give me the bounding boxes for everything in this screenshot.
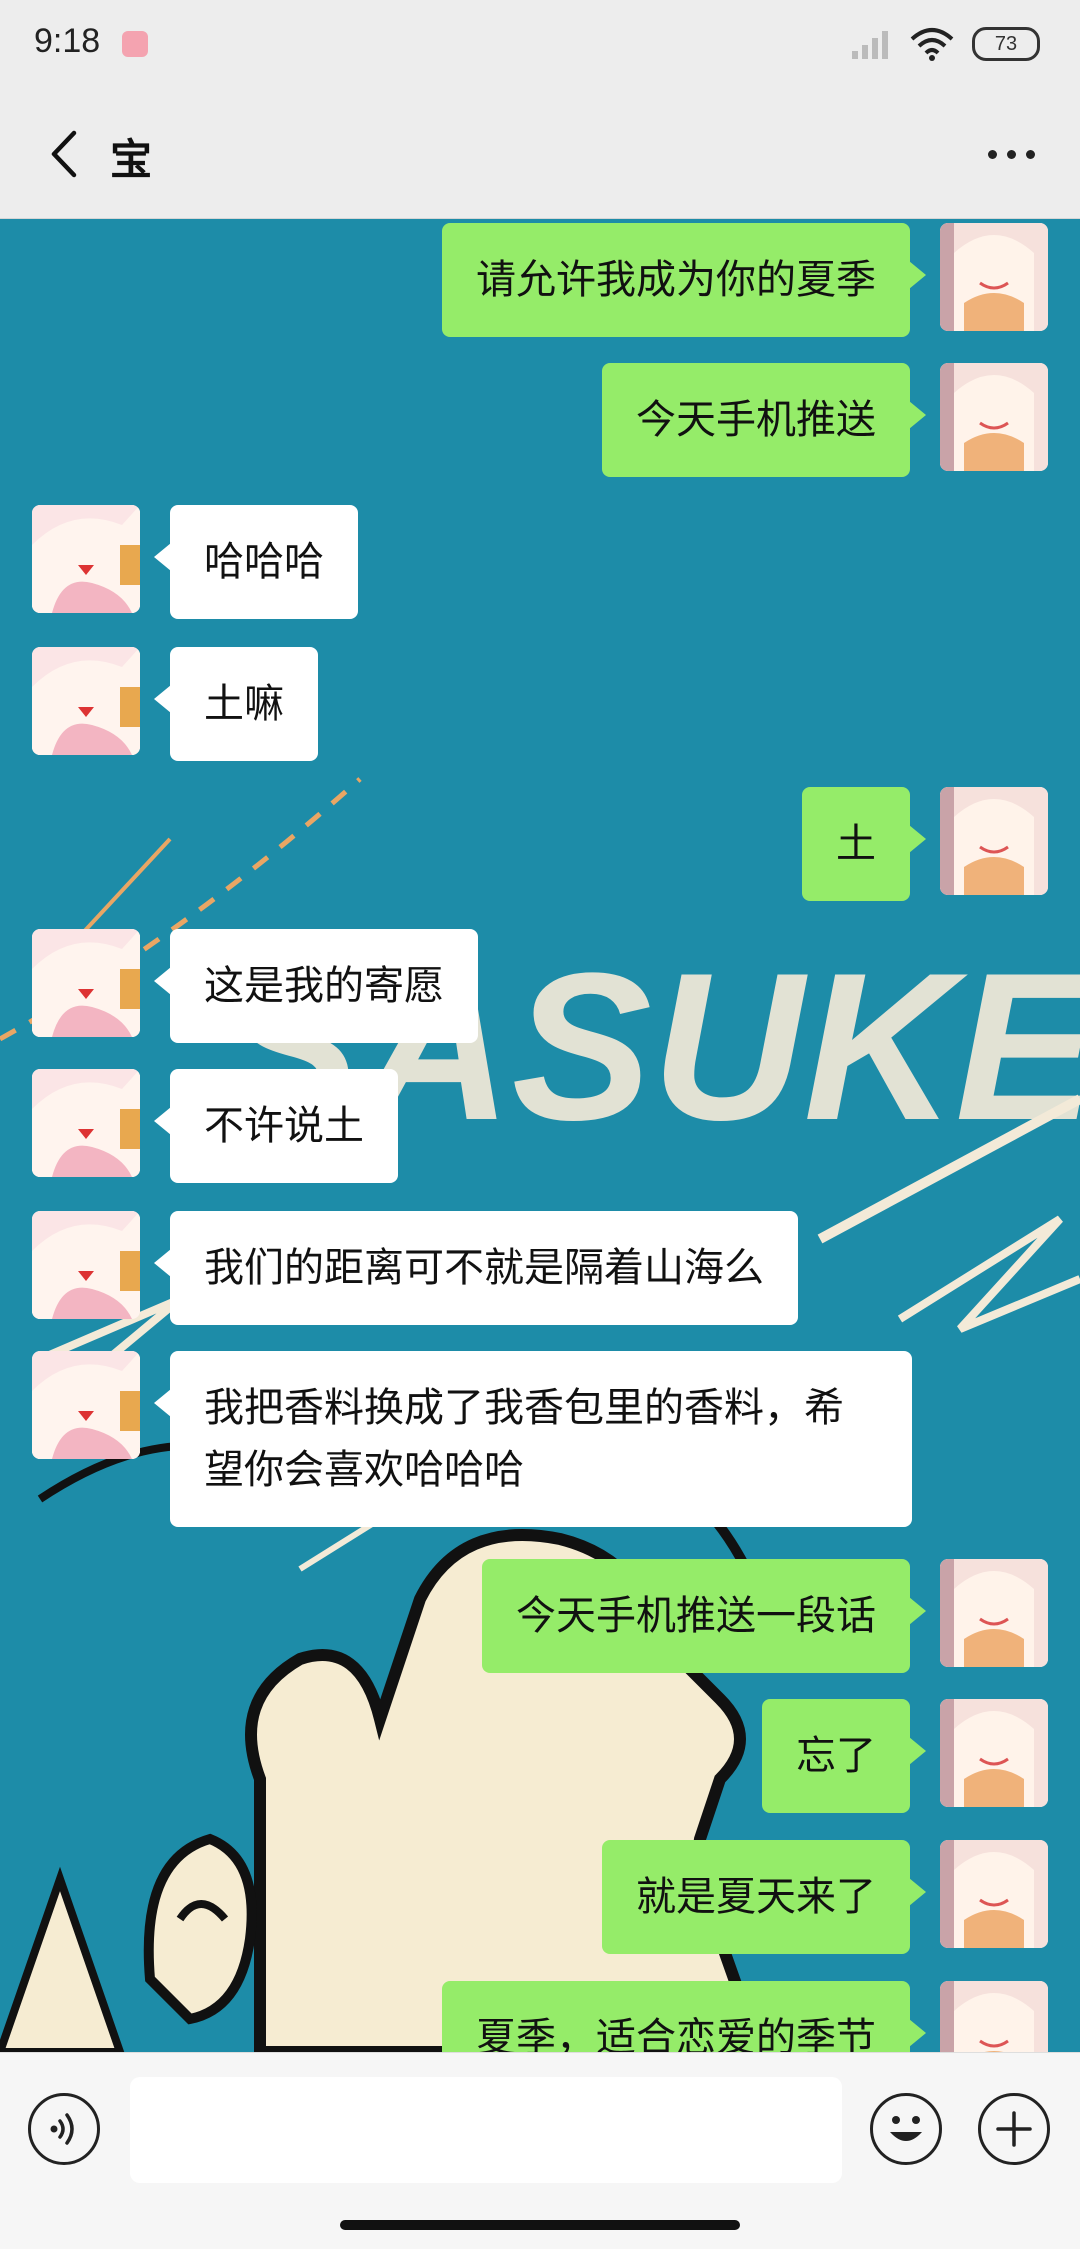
contact-avatar[interactable] (32, 647, 140, 755)
status-time: 9:18 (34, 22, 101, 60)
avatar-illustration-icon (940, 363, 1048, 471)
wifi-icon (910, 28, 954, 61)
message-bubble[interactable]: 请允许我成为你的夏季 (442, 223, 926, 337)
avatar-illustration-icon (940, 223, 1048, 331)
my-avatar[interactable] (940, 1981, 1048, 2052)
chevron-left-icon (51, 130, 77, 178)
message-input-bar (0, 2052, 1080, 2249)
smiley-icon (890, 2116, 922, 2141)
my-avatar[interactable] (940, 1699, 1048, 1807)
my-avatar[interactable] (940, 787, 1048, 895)
my-avatar[interactable] (940, 1559, 1048, 1667)
avatar-illustration-icon (940, 1840, 1048, 1948)
chat-background-illustration: SASUKE (0, 219, 1080, 2052)
avatar-illustration-icon (32, 1351, 140, 1459)
message-text-input[interactable] (130, 2077, 842, 2183)
signal-icon (852, 31, 888, 59)
avatar-illustration-icon (940, 787, 1048, 895)
status-icons: 73 (850, 22, 1040, 66)
contact-avatar[interactable] (32, 505, 140, 613)
message-bubble[interactable]: 这是我的寄愿 (154, 929, 478, 1043)
avatar-illustration-icon (940, 1559, 1048, 1667)
emoji-button[interactable] (870, 2093, 942, 2165)
notification-icon (122, 31, 148, 57)
more-dot-icon (1006, 149, 1016, 159)
more-dot-icon (1025, 149, 1035, 159)
more-options-button[interactable] (976, 126, 1046, 182)
chat-title: 宝 (110, 135, 153, 184)
avatar-illustration-icon (32, 1211, 140, 1319)
message-bubble[interactable]: 不许说土 (154, 1069, 398, 1183)
avatar-illustration-icon (940, 1699, 1048, 1807)
plus-icon (996, 2111, 1032, 2147)
message-bubble[interactable]: 哈哈哈 (154, 505, 358, 619)
status-bar: 9:18 73 (0, 0, 1080, 90)
message-bubble[interactable]: 我把香料换成了我香包里的香料，希望你会喜欢哈哈哈 (154, 1351, 912, 1527)
avatar-illustration-icon (940, 1981, 1048, 2052)
contact-avatar[interactable] (32, 1211, 140, 1319)
home-indicator[interactable] (340, 2220, 740, 2230)
message-bubble[interactable]: 我们的距离可不就是隔着山海么 (154, 1211, 798, 1325)
battery-level: 73 (994, 32, 1018, 55)
message-bubble[interactable]: 土嘛 (154, 647, 318, 761)
avatar-illustration-icon (32, 929, 140, 1037)
contact-avatar[interactable] (32, 929, 140, 1037)
contact-avatar[interactable] (32, 1351, 140, 1459)
avatar-illustration-icon (32, 647, 140, 755)
message-bubble[interactable]: 今天手机推送 (602, 363, 926, 477)
message-bubble[interactable]: 土 (802, 787, 926, 901)
avatar-illustration-icon (32, 505, 140, 613)
contact-avatar[interactable] (32, 1069, 140, 1177)
more-functions-button[interactable] (978, 2093, 1050, 2165)
message-bubble[interactable]: 忘了 (762, 1699, 926, 1813)
back-button[interactable] (34, 124, 94, 184)
message-bubble[interactable]: 今天手机推送一段话 (482, 1559, 926, 1673)
my-avatar[interactable] (940, 1840, 1048, 1948)
chat-area[interactable]: SASUKE 请允许我成为你的夏季 今天手机推送 哈哈哈 土嘛 土 这是我的寄愿… (0, 219, 1080, 2052)
avatar-illustration-icon (32, 1069, 140, 1177)
message-bubble[interactable]: 就是夏天来了 (602, 1840, 926, 1954)
message-bubble[interactable]: 夏季，适合恋爱的季节 (442, 1981, 926, 2052)
voice-icon (50, 2113, 74, 2145)
my-avatar[interactable] (940, 223, 1048, 331)
voice-input-button[interactable] (28, 2093, 100, 2165)
chat-header: 宝 (0, 90, 1080, 219)
more-dot-icon (987, 149, 997, 159)
battery-icon: 73 (972, 27, 1040, 61)
my-avatar[interactable] (940, 363, 1048, 471)
